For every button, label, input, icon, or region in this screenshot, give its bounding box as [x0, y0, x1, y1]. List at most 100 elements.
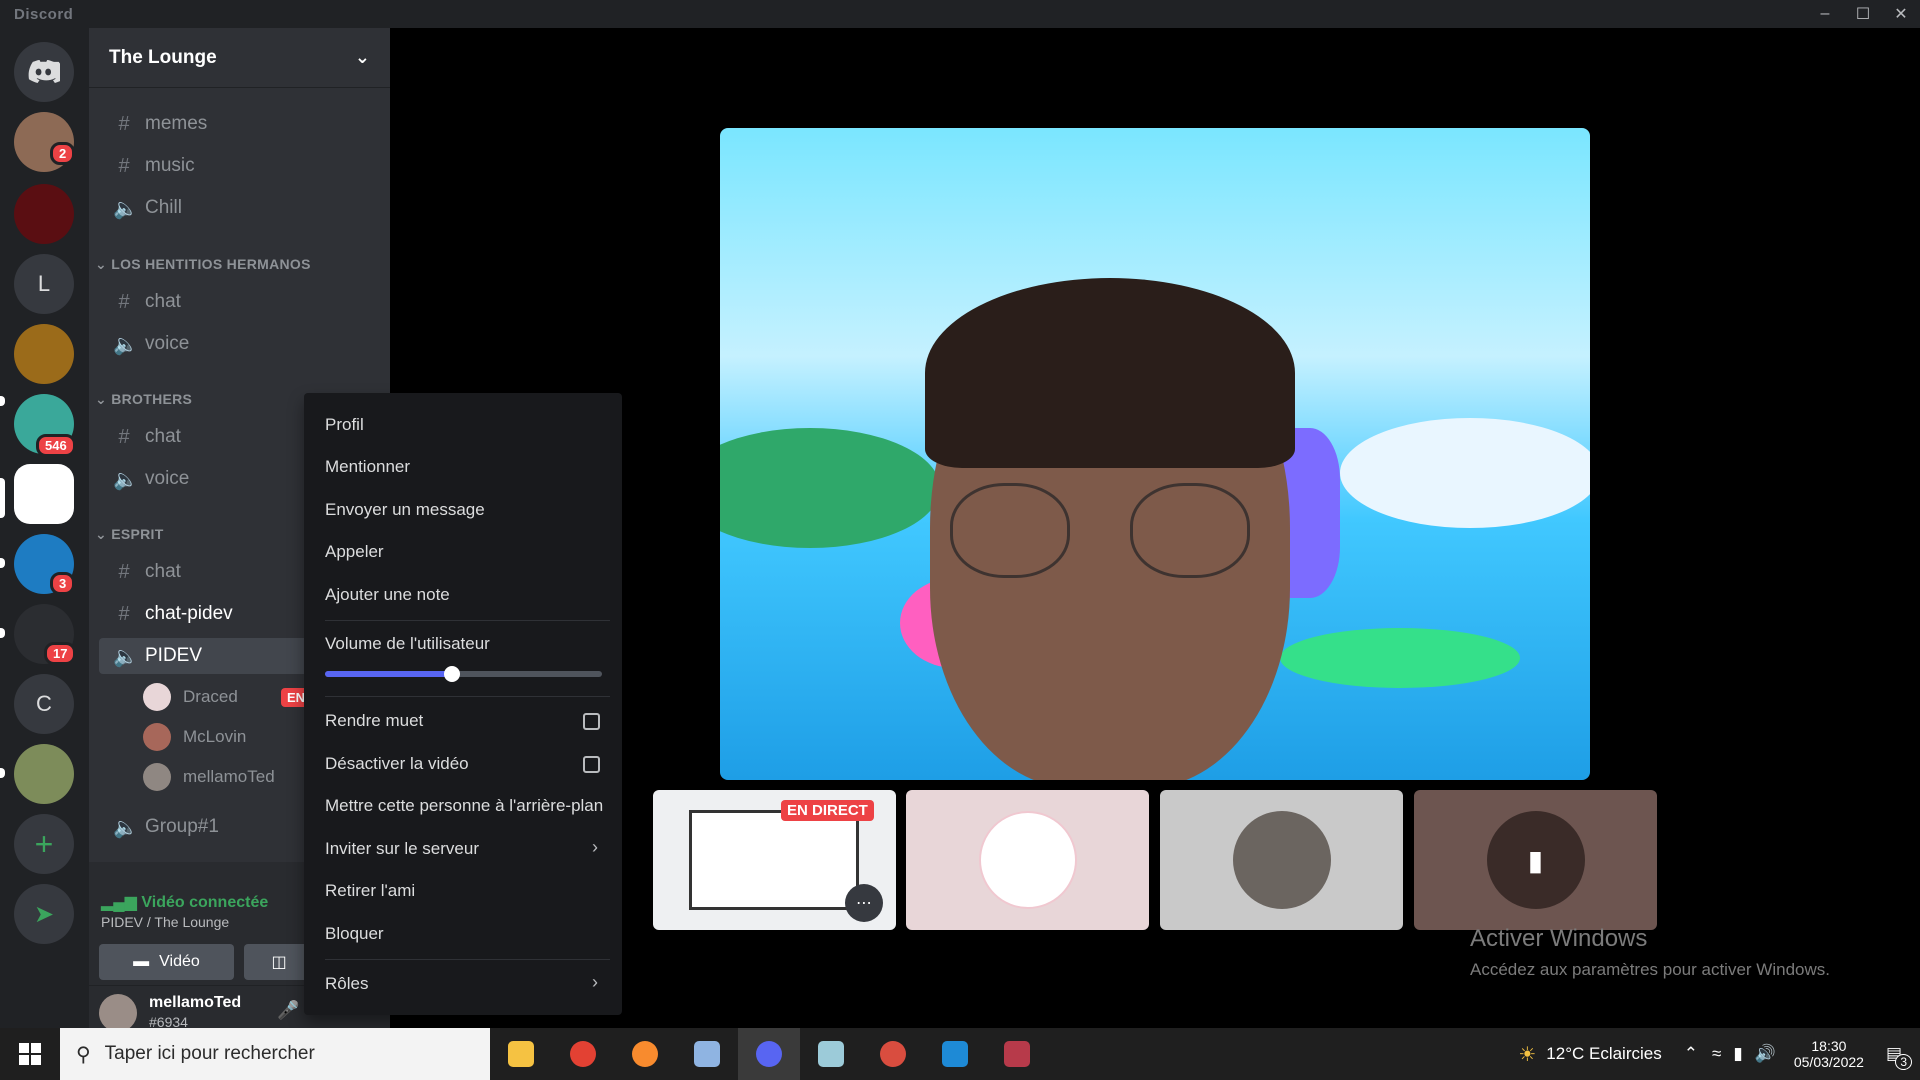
menu-item-block[interactable]: Bloquer	[325, 924, 384, 944]
voice-user-mellamoted[interactable]: mellamoTed	[143, 762, 275, 792]
category-los-hentitios[interactable]: ⌄ LOS HENTITIOS HERMANOS	[95, 256, 311, 273]
screen-share-icon: ◫	[271, 954, 287, 971]
activate-windows-title: Activer Windows	[1470, 925, 1648, 952]
avatar	[1232, 811, 1331, 909]
winrar-icon[interactable]	[986, 1028, 1048, 1080]
speaker-icon: 🔈	[113, 333, 138, 356]
channel-voice[interactable]: 🔈 voice	[99, 326, 379, 362]
menu-item-remove-friend[interactable]: Retirer l'ami	[325, 881, 415, 901]
user-context-menu: Profil Mentionner Envoyer un message App…	[304, 393, 622, 1015]
server-badge: 2	[50, 142, 76, 165]
participant-tile-mclovin[interactable]	[1160, 790, 1403, 930]
minimize-button[interactable]: –	[1806, 0, 1844, 28]
voice-user-draced[interactable]: Draced	[143, 682, 238, 712]
hash-icon: #	[118, 112, 130, 135]
speaker-icon: 🔈	[113, 645, 138, 668]
battery-icon[interactable]: ▮	[1733, 1044, 1742, 1064]
volume-slider-knob[interactable]	[444, 666, 461, 682]
chrome-icon[interactable]	[552, 1028, 614, 1080]
participant-tile-mellamoted[interactable]: ▮	[1414, 790, 1657, 930]
microphone-icon[interactable]: 🎤	[277, 1000, 299, 1021]
server-gold[interactable]	[14, 324, 74, 384]
avatar	[143, 723, 171, 751]
avatar[interactable]	[99, 994, 137, 1032]
video-button[interactable]: ▬ Vidéo	[99, 944, 234, 980]
volume-slider-fill	[325, 671, 453, 677]
mute-checkbox[interactable]	[583, 713, 600, 730]
menu-item-call[interactable]: Appeler	[325, 542, 384, 562]
server-letter-c[interactable]: C	[14, 674, 74, 734]
main-video[interactable]	[720, 128, 1590, 780]
clock[interactable]: 18:30 05/03/2022	[1794, 1038, 1864, 1070]
menu-item-background[interactable]: Mettre cette personne à l'arrière-plan	[325, 796, 603, 816]
category-brothers[interactable]: ⌄ BROTHERS	[95, 391, 192, 408]
taskbar-search[interactable]: ⚲ Taper ici pour rechercher	[60, 1028, 490, 1080]
menu-item-profile[interactable]: Profil	[325, 415, 364, 435]
more-options-icon[interactable]: ⋯	[845, 884, 883, 922]
speaker-icon: 🔈	[113, 468, 138, 491]
start-button[interactable]	[0, 1028, 60, 1080]
search-icon: ⚲	[76, 1043, 91, 1066]
category-esprit[interactable]: ⌄ ESPRIT	[95, 526, 164, 543]
server-the-lounge[interactable]	[14, 464, 74, 524]
server-letter-l[interactable]: L	[14, 254, 74, 314]
weather-text[interactable]: 12°C Eclaircies	[1546, 1044, 1661, 1064]
unread-pip	[0, 768, 5, 778]
hash-icon: #	[118, 425, 130, 448]
maximize-button[interactable]: ☐	[1844, 0, 1882, 28]
notifications-icon[interactable]: ▤ 3	[1886, 1044, 1912, 1070]
explore-servers-icon[interactable]: ➤	[14, 884, 74, 944]
activate-windows-subtitle: Accédez aux paramètres pour activer Wind…	[1470, 960, 1830, 979]
clock-date: 05/03/2022	[1793, 1054, 1864, 1070]
disable-video-checkbox[interactable]	[583, 756, 600, 773]
signal-icon: ▂▄▆	[101, 894, 142, 911]
menu-item-add-note[interactable]: Ajouter une note	[325, 585, 450, 605]
hash-icon: #	[118, 154, 130, 177]
camera-icon: ▬	[133, 953, 150, 970]
chrome-profile-icon[interactable]	[862, 1028, 924, 1080]
volume-icon[interactable]: 🔊	[1755, 1044, 1776, 1064]
channel-music[interactable]: # music	[99, 148, 379, 184]
server-goose[interactable]	[14, 744, 74, 804]
wifi-icon[interactable]: ≈	[1712, 1044, 1721, 1064]
unread-pip	[0, 628, 5, 638]
stream-thumbnail[interactable]: EN DIRECT ⋯	[653, 790, 896, 930]
server-badge: 17	[44, 642, 77, 665]
menu-item-mention[interactable]: Mentionner	[325, 457, 410, 477]
avatar	[143, 683, 171, 711]
volume-slider[interactable]	[325, 666, 602, 682]
menu-item-mute[interactable]: Rendre muet	[325, 711, 423, 731]
chevron-right-icon: ›	[592, 837, 598, 857]
vscode-icon[interactable]	[924, 1028, 986, 1080]
notes-icon[interactable]	[800, 1028, 862, 1080]
participant-tile-draced[interactable]	[906, 790, 1149, 930]
home-button[interactable]	[14, 42, 74, 102]
voice-user-mclovin[interactable]: McLovin	[143, 722, 246, 752]
title-bar: Discord – ☐ ✕	[0, 0, 1920, 28]
channel-chat[interactable]: # chat	[99, 284, 379, 320]
voice-status: ▂▄▆ Vidéo connectée	[101, 894, 269, 911]
clock-time: 18:30	[1811, 1038, 1847, 1054]
username: mellamoTed	[149, 994, 242, 1011]
hash-icon: #	[118, 602, 130, 625]
add-server-icon[interactable]: +	[14, 814, 74, 874]
system-tray: ☀ 12°C Eclaircies ⌃ ≈ ▮ 🔊 18:30 05/03/20…	[1518, 1028, 1920, 1080]
chevron-down-icon: ⌄	[354, 47, 370, 67]
server-header[interactable]: The Lounge ⌄	[89, 28, 390, 88]
virtualbox-icon[interactable]	[676, 1028, 738, 1080]
close-button[interactable]: ✕	[1882, 0, 1920, 28]
menu-item-message[interactable]: Envoyer un message	[325, 500, 485, 520]
notification-count: 3	[1895, 1054, 1912, 1070]
chevron-up-icon[interactable]: ⌃	[1684, 1044, 1698, 1064]
menu-item-disable-video[interactable]: Désactiver la vidéo	[325, 754, 469, 774]
channel-memes[interactable]: # memes	[99, 106, 379, 142]
menu-item-invite[interactable]: Inviter sur le serveur	[325, 839, 479, 859]
channel-chill[interactable]: 🔈 Chill	[99, 190, 379, 226]
file-explorer-icon[interactable]	[490, 1028, 552, 1080]
discord-taskbar-icon[interactable]	[738, 1028, 800, 1080]
app-title: Discord	[14, 5, 74, 23]
menu-item-roles[interactable]: Rôles	[325, 974, 368, 994]
server-red[interactable]	[14, 184, 74, 244]
weather-icon: ☀	[1518, 1043, 1537, 1066]
brave-icon[interactable]	[614, 1028, 676, 1080]
